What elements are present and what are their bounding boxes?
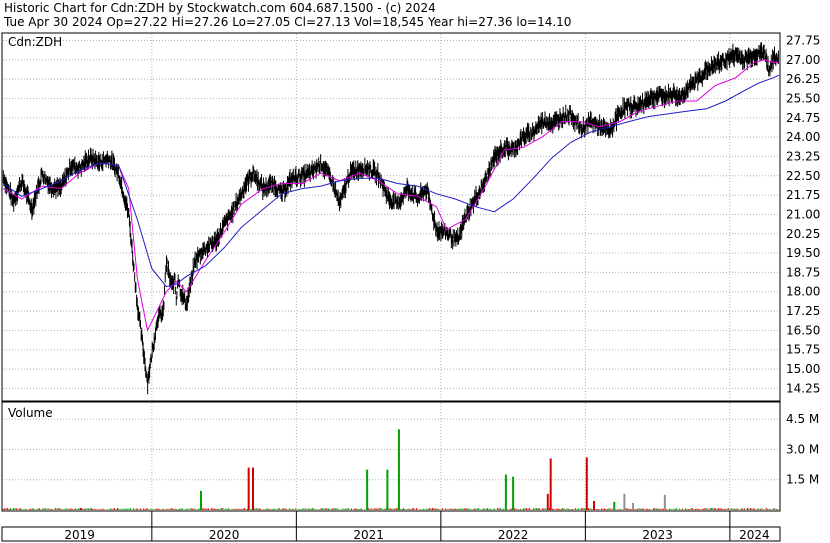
price-tick-label: 27.00: [786, 53, 820, 67]
price-tick-label: 24.00: [786, 130, 820, 144]
year-tick-label: 2024: [739, 528, 770, 542]
price-tick-label: 21.75: [786, 188, 820, 202]
year-tick-label: 2021: [353, 528, 384, 542]
price-tick-label: 22.50: [786, 169, 820, 183]
price-panel-frame: [1, 32, 781, 402]
year-tick-label: 2019: [64, 528, 95, 542]
price-tick-label: 15.00: [786, 362, 820, 376]
price-tick-label: 14.25: [786, 381, 820, 395]
volume-tick-label: 1.5 M: [786, 473, 819, 487]
price-tick-label: 16.50: [786, 323, 820, 337]
price-tick-label: 25.50: [786, 91, 820, 105]
volume-axis-labels: 4.5 M 3.0 M 1.5 M: [786, 412, 819, 487]
volume-tick-label: 4.5 M: [786, 412, 819, 426]
year-tick-label: 2022: [498, 528, 529, 542]
volume-label: Volume: [8, 406, 53, 420]
price-tick-label: 27.75: [786, 33, 820, 47]
price-tick-label: 21.00: [786, 207, 820, 221]
price-tick-label: 17.25: [786, 304, 820, 318]
price-tick-label: 23.25: [786, 149, 820, 163]
price-volume-chart: 27.75 27.00 26.25 25.50 24.75 24.00 23.25 22.50…: [1, 32, 820, 542]
volume-panel-frame: [1, 401, 781, 512]
price-tick-label: 18.00: [786, 285, 820, 299]
price-tick-label: 19.50: [786, 246, 820, 260]
year-tick-label: 2020: [209, 528, 240, 542]
price-tick-label: 20.25: [786, 227, 820, 241]
price-axis-labels: 27.75 27.00 26.25 25.50 24.75 24.00 23.25 22.50…: [786, 33, 820, 395]
price-tick-label: 26.25: [786, 72, 820, 86]
volume-tick-label: 3.0 M: [786, 442, 819, 456]
price-tick-label: 24.75: [786, 111, 820, 125]
year-tick-label: 2023: [642, 528, 673, 542]
symbol-label: Cdn:ZDH: [8, 35, 62, 49]
price-tick-label: 15.75: [786, 343, 820, 357]
price-tick-label: 18.75: [786, 265, 820, 279]
